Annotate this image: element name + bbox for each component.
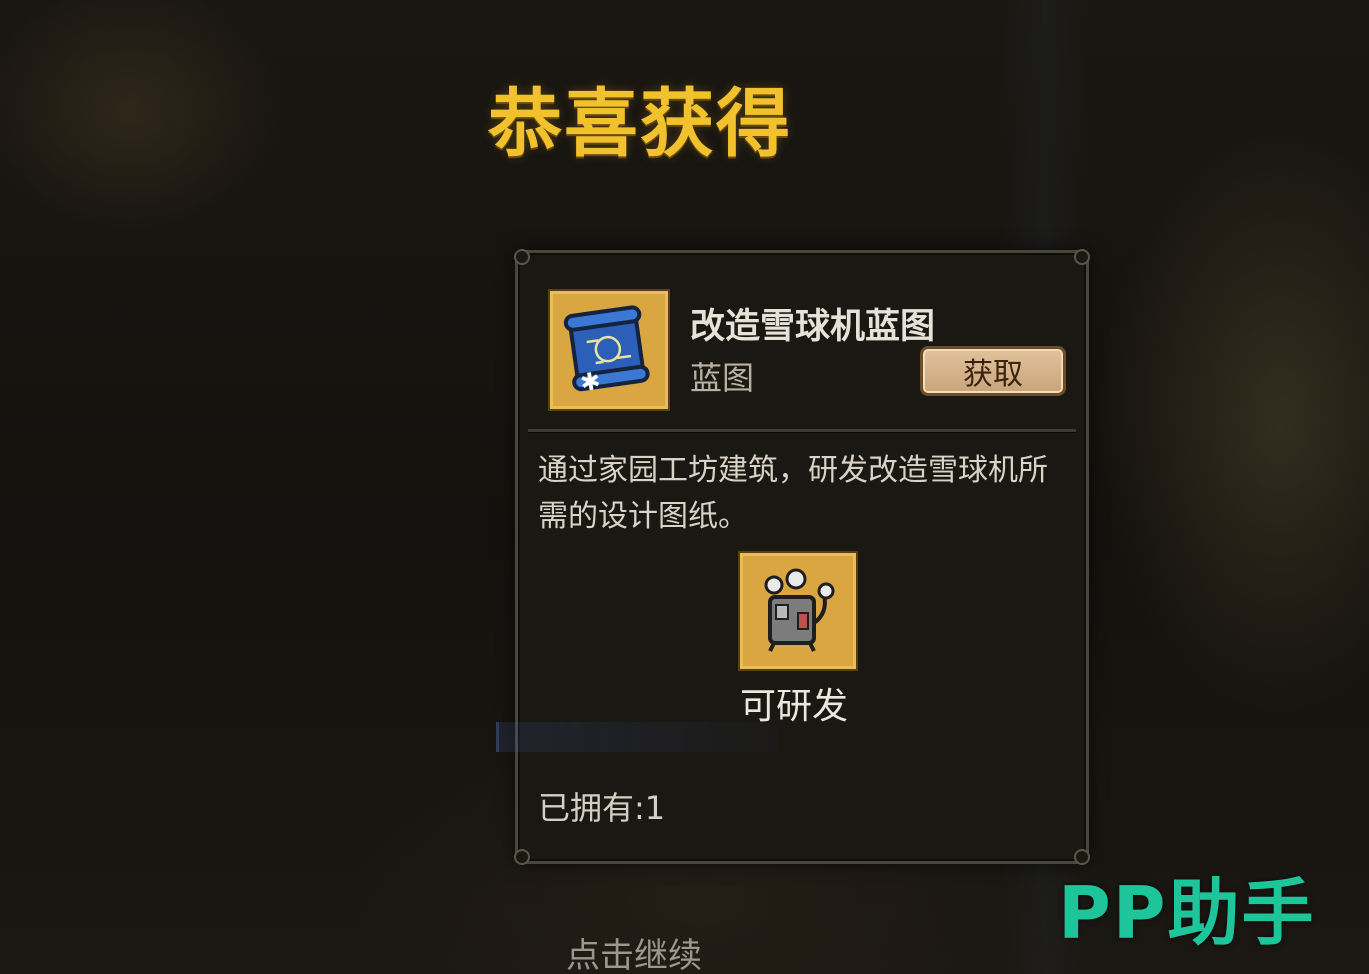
blueprint-scroll-icon: ✱ — [548, 289, 670, 411]
reward-title: 恭喜获得 — [488, 81, 792, 167]
owned-count: 已拥有:1 — [538, 789, 666, 827]
item-name: 改造雪球机蓝图 — [690, 307, 936, 347]
get-button[interactable]: 获取 — [920, 346, 1066, 396]
snowball-machine-icon[interactable] — [738, 551, 858, 671]
item-detail-panel: ✱ 改造雪球机蓝图 蓝图 获取 通过家园工坊建筑，研发改造雪球机所需的设计图纸。… — [514, 249, 1090, 865]
item-type-label: 蓝图 — [690, 359, 755, 397]
svg-text:✱: ✱ — [578, 367, 602, 398]
panel-corner-ornament — [514, 249, 530, 265]
background-link-ghost — [496, 722, 779, 752]
panel-corner-ornament — [1074, 249, 1090, 265]
tap-to-continue-hint[interactable]: 点击继续 — [566, 928, 702, 974]
panel-corner-ornament — [514, 849, 530, 865]
panel-divider — [528, 429, 1076, 433]
watermark-text: PP助手 — [1058, 870, 1316, 955]
watermark-logo: PP助手 — [1058, 864, 1316, 955]
item-description: 通过家园工坊建筑，研发改造雪球机所需的设计图纸。 — [538, 453, 1048, 534]
reward-screen[interactable]: 恭喜获得 ✱ 改造雪球机蓝图 蓝图 获取 通过家园工坊建筑，研发改造雪球机所需的… — [0, 0, 1369, 974]
